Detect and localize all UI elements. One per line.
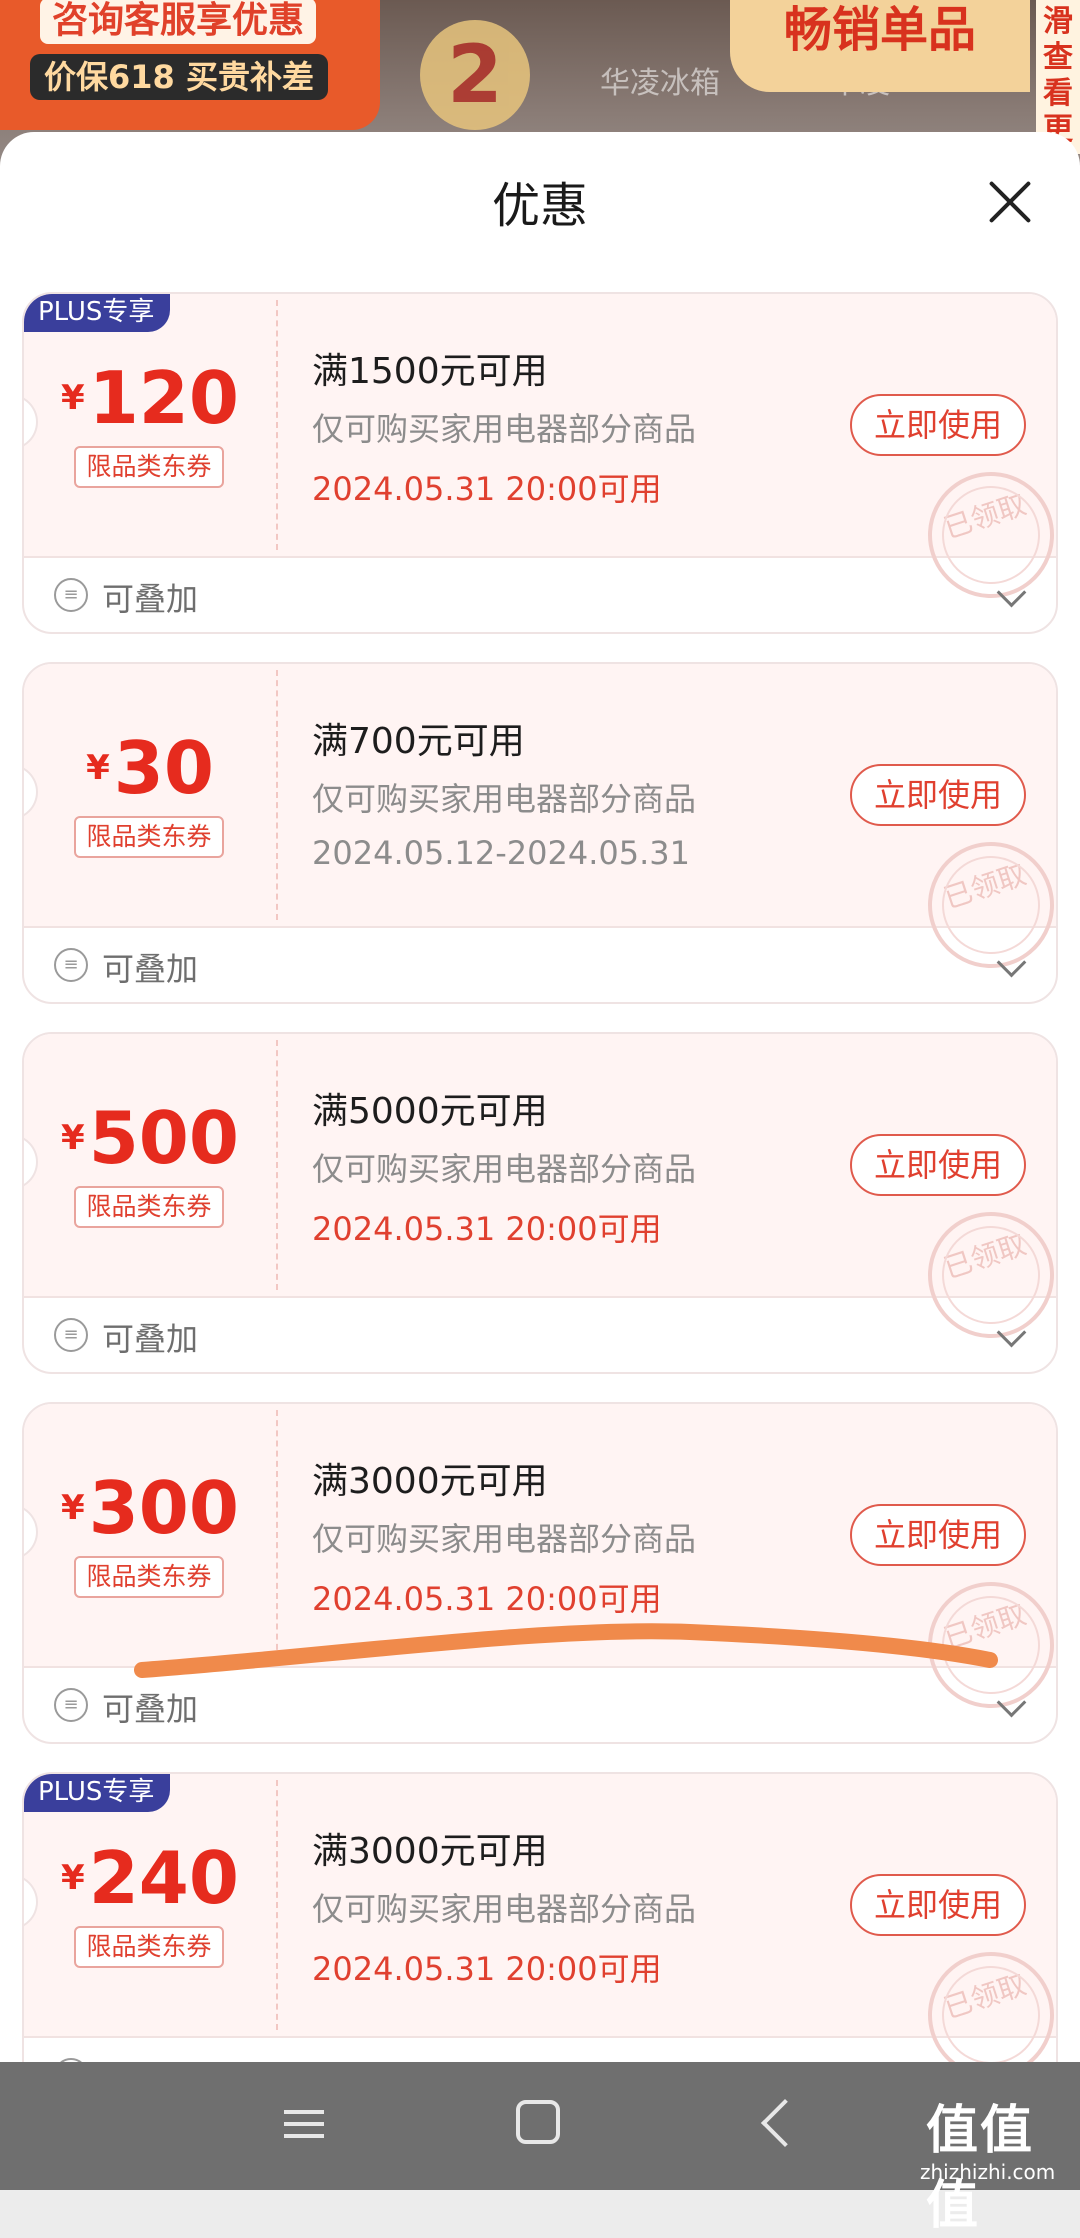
stackable-label: 可叠加 [102, 580, 199, 618]
stackable-row[interactable]: ≡ 可叠加 [24, 2038, 1056, 2062]
home-icon[interactable] [516, 2100, 560, 2144]
coupon-description: 仅可购买家用电器部分商品 [312, 1890, 697, 1928]
stackable-label: 可叠加 [102, 1320, 199, 1358]
coupon-card: ¥240 限品类东券 满3000元可用 仅可购买家用电器部分商品 2024.05… [22, 1772, 1058, 2062]
coupon-body: ¥240 限品类东券 满3000元可用 仅可购买家用电器部分商品 2024.05… [24, 1774, 1056, 2062]
dashed-divider [276, 1040, 278, 1290]
currency-symbol: ¥ [61, 1118, 85, 1158]
stackable-label: 可叠加 [102, 2054, 198, 2062]
coupon-type-tag: 限品类东券 [74, 1556, 224, 1598]
back-icon[interactable] [760, 2098, 810, 2148]
amount-value: 300 [88, 1466, 239, 1550]
amount-value: 500 [88, 1096, 239, 1180]
stackable-label: 可叠加 [102, 1690, 199, 1728]
plus-exclusive-tag: PLUS专享 [24, 1774, 171, 1812]
close-icon[interactable] [980, 172, 1040, 232]
coupon-condition: 满1500元可用 [312, 351, 548, 392]
coupon-body: ¥300 限品类东券 满3000元可用 仅可购买家用电器部分商品 2024.05… [24, 1404, 1056, 1725]
coupon-description: 仅可购买家用电器部分商品 [312, 780, 697, 818]
use-now-button[interactable]: 立即使用 [850, 1134, 1026, 1196]
coupon-amount: ¥30 [24, 726, 276, 810]
coupon-type-tag: 限品类东券 [74, 1186, 224, 1228]
currency-symbol: ¥ [61, 1488, 85, 1528]
coupon-card: ¥300 限品类东券 满3000元可用 仅可购买家用电器部分商品 2024.05… [22, 1402, 1058, 1744]
coupon-card: ¥120 限品类东券 满1500元可用 仅可购买家用电器部分商品 2024.05… [22, 292, 1058, 634]
stackable-row[interactable]: ≡ 可叠加 [24, 1298, 1056, 1372]
promo-text-1: 咨询客服享优惠 [40, 0, 317, 44]
chevron-down-icon[interactable] [996, 577, 1027, 608]
coupon-date: 2024.05.31 20:00可用 [312, 1210, 662, 1248]
stack-icon: ≡ [54, 1688, 88, 1722]
currency-symbol: ¥ [86, 748, 110, 788]
dashed-divider [276, 300, 278, 550]
coupon-body: ¥120 限品类东券 满1500元可用 仅可购买家用电器部分商品 2024.05… [24, 294, 1056, 615]
coupon-type-tag: 限品类东券 [74, 446, 224, 488]
use-now-button[interactable]: 立即使用 [850, 764, 1026, 826]
coupon-condition: 满5000元可用 [312, 1091, 548, 1132]
amount-value: 120 [88, 356, 239, 440]
dashed-divider [276, 1410, 278, 1660]
stack-icon: ≡ [54, 578, 88, 612]
coupon-card: ¥30 限品类东券 满700元可用 仅可购买家用电器部分商品 2024.05.1… [22, 662, 1058, 1004]
bg-tab-product: 华凌冰箱 [600, 66, 720, 101]
coupon-condition: 满3000元可用 [312, 1831, 548, 1872]
promo-text-2: 价保618 买贵补差 [30, 54, 328, 100]
coupon-type-tag: 限品类东券 [74, 1926, 224, 1968]
system-nav-bar: 值值值 zhizhizhi.com [0, 2062, 1080, 2236]
stackable-label: 可叠加 [102, 950, 199, 988]
currency-symbol: ¥ [61, 378, 85, 418]
coupon-date: 2024.05.31 20:00可用 [312, 1580, 662, 1618]
chevron-down-icon[interactable] [996, 947, 1027, 978]
bestseller-banner: 畅销单品 [730, 0, 1030, 92]
coupon-body: ¥30 限品类东券 满700元可用 仅可购买家用电器部分商品 2024.05.1… [24, 664, 1056, 985]
coupon-date: 2024.05.31 20:00可用 [312, 470, 662, 508]
coupon-card: ¥500 限品类东券 满5000元可用 仅可购买家用电器部分商品 2024.05… [22, 1032, 1058, 1374]
stackable-row[interactable]: ≡ 可叠加 [24, 928, 1056, 1002]
coupon-description: 仅可购买家用电器部分商品 [312, 410, 697, 448]
currency-symbol: ¥ [61, 1858, 85, 1898]
dashed-divider [276, 1780, 278, 2030]
sheet-header: 优惠 [0, 132, 1080, 262]
coupon-amount: ¥300 [24, 1466, 276, 1550]
chevron-down-icon[interactable] [996, 1317, 1027, 1348]
amount-value: 30 [113, 726, 214, 810]
sheet-title: 优惠 [491, 178, 588, 234]
promo-banner: 咨询客服享优惠 价保618 买贵补差 [0, 0, 380, 130]
coupon-amount: ¥500 [24, 1096, 276, 1180]
coupon-date: 2024.05.31 20:00可用 [312, 1950, 662, 1988]
stackable-row[interactable]: ≡ 可叠加 [24, 558, 1056, 632]
coupon-amount: ¥120 [24, 356, 276, 440]
coupon-type-tag: 限品类东券 [74, 816, 224, 858]
coupon-description: 仅可购买家用电器部分商品 [312, 1150, 697, 1188]
recent-apps-icon[interactable] [284, 2104, 328, 2144]
amount-value: 240 [88, 1836, 239, 1920]
plus-exclusive-tag: PLUS专享 [24, 294, 171, 332]
use-now-button[interactable]: 立即使用 [850, 1874, 1026, 1936]
coupon-sheet: 优惠 ¥120 限品类东券 满1500元可用 仅可购买家用电器部分商品 2024… [0, 132, 1080, 2062]
use-now-button[interactable]: 立即使用 [850, 1504, 1026, 1566]
dashed-divider [276, 670, 278, 920]
stack-icon: ≡ [54, 1318, 88, 1352]
chevron-down-icon[interactable] [996, 1687, 1027, 1718]
coupon-amount: ¥240 [24, 1836, 276, 1920]
stack-icon: ≡ [54, 948, 88, 982]
coupon-date: 2024.05.12-2024.05.31 [312, 834, 690, 872]
promo-badge: 2 [420, 20, 530, 130]
coupon-condition: 满700元可用 [312, 721, 525, 762]
stackable-row[interactable]: ≡ 可叠加 [24, 1668, 1056, 1742]
use-now-button[interactable]: 立即使用 [850, 394, 1026, 456]
watermark-url: zhizhizhi.com [920, 2160, 1056, 2184]
side-hint: 滑查看更 [1036, 0, 1080, 154]
coupon-body: ¥500 限品类东券 满5000元可用 仅可购买家用电器部分商品 2024.05… [24, 1034, 1056, 1355]
coupon-condition: 满3000元可用 [312, 1461, 548, 1502]
coupon-description: 仅可购买家用电器部分商品 [312, 1520, 697, 1558]
